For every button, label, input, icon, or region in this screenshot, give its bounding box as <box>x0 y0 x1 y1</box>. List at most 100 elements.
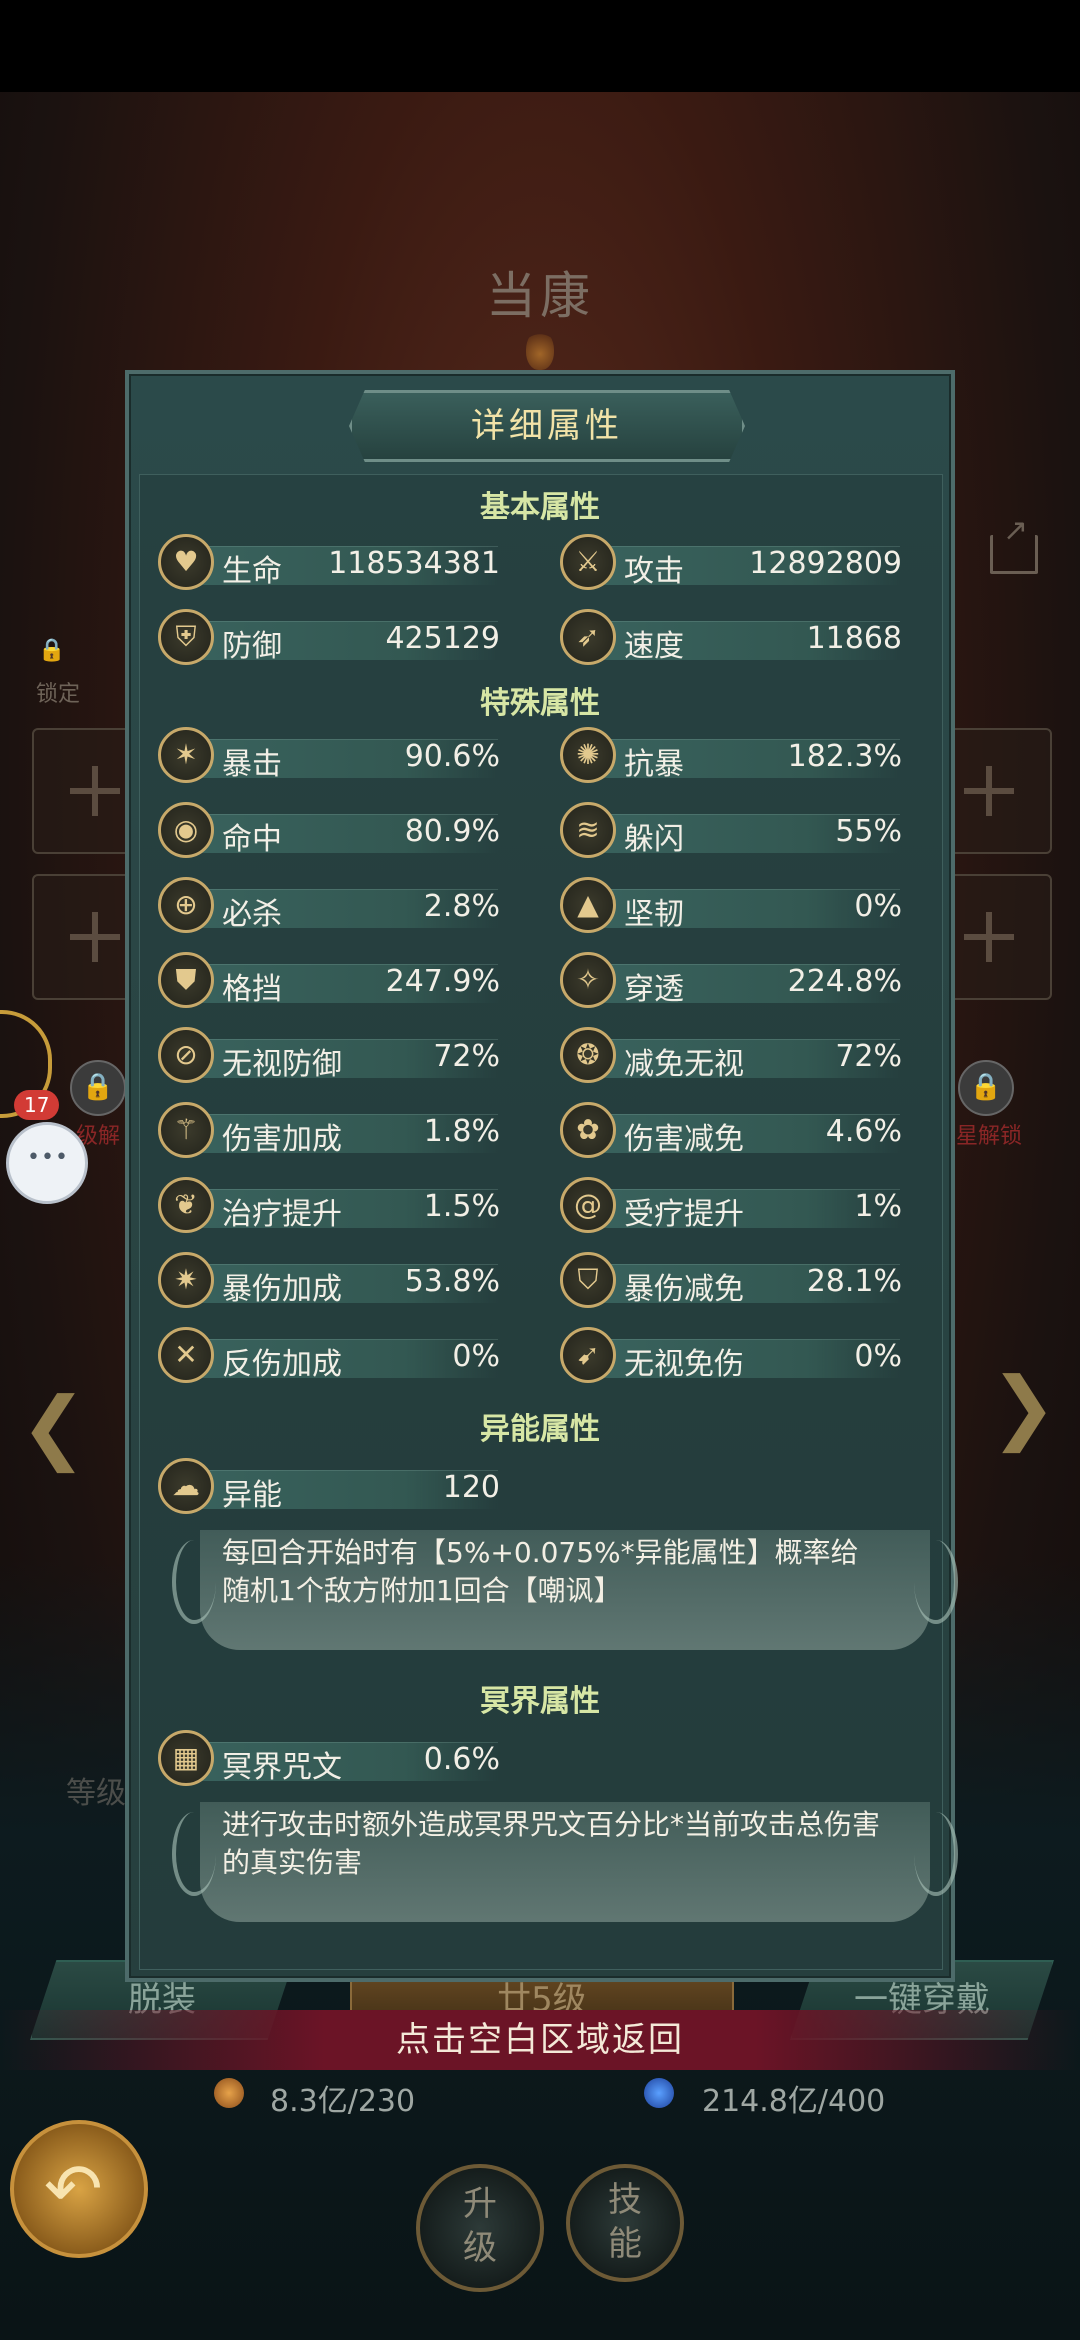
stat-row: ❦ 治疗提升 1.5% <box>158 1177 508 1233</box>
stat-row: ⊘ 无视防御 72% <box>158 1027 508 1083</box>
dodge-icon: ≋ <box>560 802 616 858</box>
chat-icon[interactable] <box>6 1122 88 1204</box>
stat-label: 攻击 <box>624 554 684 589</box>
stat-row: @ 受疗提升 1% <box>560 1177 910 1233</box>
stat-label: 命中 <box>222 822 282 857</box>
esper-icon: ☁ <box>158 1458 214 1514</box>
shield-icon: ⛨ <box>158 609 214 665</box>
section-basic: 基本属性 <box>480 490 600 525</box>
stat-value: 425129 <box>385 621 500 656</box>
stat-row: ➶ 速度 11868 <box>560 609 910 665</box>
stat-label: 暴伤减免 <box>624 1272 744 1307</box>
section-special: 特殊属性 <box>480 686 600 721</box>
stat-value: 55% <box>835 814 902 849</box>
notification-badge: 17 <box>14 1090 60 1120</box>
back-button[interactable]: ↶ <box>10 2120 148 2258</box>
anti-crit-icon: ✺ <box>560 727 616 783</box>
stat-row: ✶ 暴击 90.6% <box>158 727 508 783</box>
back-arrow-icon: ↶ <box>44 2148 103 2230</box>
crit-damage-icon: ✷ <box>158 1252 214 1308</box>
crit-icon: ✶ <box>158 727 214 783</box>
stat-label: 生命 <box>222 554 282 589</box>
runner-icon: ➶ <box>560 609 616 665</box>
stat-label: 必杀 <box>222 897 282 932</box>
share-icon[interactable] <box>990 513 1038 574</box>
stat-row: ≋ 躲闪 55% <box>560 802 910 858</box>
stat-value: 53.8% <box>404 1264 500 1299</box>
stat-value: 182.3% <box>787 739 902 774</box>
stat-value: 247.9% <box>385 964 500 999</box>
stat-row: ✧ 穿透 224.8% <box>560 952 910 1008</box>
stat-label: 抗暴 <box>624 747 684 782</box>
stat-value: 80.9% <box>404 814 500 849</box>
stat-row: ➹ 无视免伤 0% <box>560 1327 910 1383</box>
skill-label: 技能 <box>608 2180 642 2264</box>
skill-button[interactable]: 技能 <box>566 2164 684 2282</box>
stat-label: 受疗提升 <box>624 1197 744 1232</box>
gem-icon <box>644 2078 674 2108</box>
stat-row: ✕ 反伤加成 0% <box>158 1327 508 1383</box>
stat-value: 0% <box>452 1339 500 1374</box>
stat-value: 1.8% <box>423 1114 500 1149</box>
stat-row: ✷ 暴伤加成 53.8% <box>158 1252 508 1308</box>
stat-row: ▦ 冥界咒文 0.6% <box>158 1730 508 1786</box>
slot-lock-icon-left: 🔒 <box>70 1060 126 1116</box>
stat-value: 0% <box>854 1339 902 1374</box>
stat-value: 1.5% <box>423 1189 500 1224</box>
stat-value: 2.8% <box>423 889 500 924</box>
esper-description: 每回合开始时有【5%+0.075%*异能属性】概率给随机1个敌方附加1回合【嘲讽… <box>222 1536 859 1607</box>
stat-value: 72% <box>433 1039 500 1074</box>
section-esper: 异能属性 <box>480 1412 600 1447</box>
upgrade-button[interactable]: 升级 <box>416 2164 544 2292</box>
sword-icon: ⚔ <box>560 534 616 590</box>
stat-label: 坚韧 <box>624 897 684 932</box>
block-icon: ⛊ <box>158 952 214 1008</box>
coin-icon <box>214 2078 244 2108</box>
stat-row: ◉ 命中 80.9% <box>158 802 508 858</box>
stat-label: 无视防御 <box>222 1047 342 1082</box>
book-icon: ▦ <box>158 1730 214 1786</box>
tenacity-icon: ▲ <box>560 877 616 933</box>
heart-icon: ♥ <box>158 534 214 590</box>
return-hint[interactable]: 点击空白区域返回 <box>0 2012 1080 2061</box>
status-bar <box>0 0 1080 92</box>
ignore-defense-icon: ⊘ <box>158 1027 214 1083</box>
section-netherworld: 冥界属性 <box>480 1684 600 1719</box>
stat-label: 无视免伤 <box>624 1347 744 1382</box>
stat-row: ⊕ 必杀 2.8% <box>158 877 508 933</box>
netherworld-description: 进行攻击时额外造成冥界咒文百分比*当前攻击总伤害的真实伤害 <box>222 1808 881 1879</box>
stat-value: 224.8% <box>787 964 902 999</box>
eye-icon: ◉ <box>158 802 214 858</box>
stat-label: 穿透 <box>624 972 684 1007</box>
stat-label: 格挡 <box>222 972 282 1007</box>
reduce-ignore-icon: ❂ <box>560 1027 616 1083</box>
lock-icon: 🔒 <box>38 638 66 663</box>
stat-value: 72% <box>835 1039 902 1074</box>
stat-value: 90.6% <box>404 739 500 774</box>
stat-label: 伤害减免 <box>624 1122 744 1157</box>
stat-label: 伤害加成 <box>222 1122 342 1157</box>
stat-label: 防御 <box>222 629 282 664</box>
stat-label: 反伤加成 <box>222 1347 342 1382</box>
stat-value: 0.6% <box>423 1742 500 1777</box>
stat-row: ❂ 减免无视 72% <box>560 1027 910 1083</box>
flame-icon <box>526 330 554 370</box>
stat-row: ✺ 抗暴 182.3% <box>560 727 910 783</box>
panel-title: 详细属性 <box>349 390 745 462</box>
reflect-icon: ✕ <box>158 1327 214 1383</box>
damage-reduce-icon: ✿ <box>560 1102 616 1158</box>
stat-row: ⚚ 伤害加成 1.8% <box>158 1102 508 1158</box>
dagger-icon: ➹ <box>560 1327 616 1383</box>
stat-value: 4.6% <box>825 1114 902 1149</box>
stat-value: 1% <box>854 1189 902 1224</box>
pierce-icon: ✧ <box>560 952 616 1008</box>
stat-label: 暴伤加成 <box>222 1272 342 1307</box>
resource-1: 8.3亿/230 <box>270 2084 416 2119</box>
slot-lock-icon-right: 🔒 <box>958 1060 1014 1116</box>
stat-value: 28.1% <box>806 1264 902 1299</box>
right-lock-text: 星解锁 <box>956 1124 1023 1149</box>
damage-up-icon: ⚚ <box>158 1102 214 1158</box>
stat-label: 冥界咒文 <box>222 1750 342 1785</box>
stat-label: 躲闪 <box>624 822 684 857</box>
ghost-level-label: 等级 <box>66 1776 126 1811</box>
